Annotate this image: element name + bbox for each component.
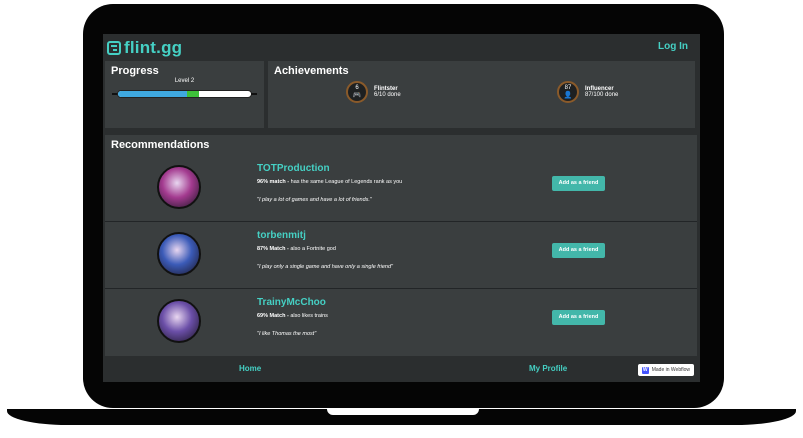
rec-quote: "I like Thomas the most" bbox=[257, 331, 317, 337]
add-friend-button[interactable]: Add as a friend bbox=[552, 176, 605, 191]
level-label: Level 2 bbox=[174, 78, 195, 84]
nav-home[interactable]: Home bbox=[239, 364, 261, 373]
recommendations-title: Recommendations bbox=[111, 139, 210, 151]
logo[interactable]: flint.gg bbox=[107, 38, 182, 58]
achievements-title: Achievements bbox=[274, 65, 349, 77]
rec-match: 69% Match - also likes trains bbox=[257, 313, 328, 319]
rec-match: 96% match - has the same League of Legen… bbox=[257, 179, 402, 185]
rec-match: 87% Match - also a Fortnite god bbox=[257, 246, 336, 252]
progress-fill-blue bbox=[118, 91, 188, 97]
progress-panel: Progress Level 2 bbox=[105, 61, 264, 128]
rec-quote: "I play only a single game and have only… bbox=[257, 264, 393, 270]
badge-value: 87 bbox=[564, 85, 572, 91]
logo-text: flint.gg bbox=[124, 38, 183, 57]
achievement-flintster: 6 🎮 Flintster 6/10 done bbox=[346, 81, 401, 103]
recommendation-row: TOTProduction 96% match - has the same L… bbox=[105, 155, 697, 220]
add-friend-button[interactable]: Add as a friend bbox=[552, 243, 605, 258]
rec-username[interactable]: TrainyMcChoo bbox=[257, 297, 326, 308]
progress-track bbox=[117, 90, 252, 98]
badge-value: 6 bbox=[355, 85, 359, 91]
progress-bar bbox=[112, 90, 257, 98]
achievement-count: 6/10 done bbox=[374, 92, 401, 98]
person-icon: 👤 bbox=[563, 92, 573, 99]
recommendations-panel: Recommendations TOTProduction 96% match … bbox=[105, 135, 697, 356]
bottom-nav: Home My Profile W Made in Webflow bbox=[103, 356, 700, 382]
match-percent: 69% Match - bbox=[257, 313, 289, 319]
match-percent: 87% Match - bbox=[257, 246, 289, 252]
achievement-influencer: 87 👤 Influencer 87/100 done bbox=[557, 81, 618, 103]
achievement-badge: 6 🎮 bbox=[346, 81, 368, 103]
nav-my-profile[interactable]: My Profile bbox=[529, 364, 567, 373]
top-nav: flint.gg Log In bbox=[103, 34, 700, 59]
bar-cap-right bbox=[251, 93, 257, 95]
match-reason: also likes trains bbox=[288, 313, 328, 319]
avatar[interactable] bbox=[157, 232, 201, 276]
webflow-label: Made in Webflow bbox=[651, 367, 690, 373]
flint-logo-icon bbox=[107, 41, 121, 55]
made-in-webflow-badge[interactable]: W Made in Webflow bbox=[637, 364, 694, 376]
laptop-notch bbox=[327, 409, 479, 415]
app-screen: flint.gg Log In Progress Level 2 Achieve… bbox=[103, 34, 700, 382]
rec-quote: "I play a lot of games and have a lot of… bbox=[257, 197, 372, 203]
progress-title: Progress bbox=[111, 65, 159, 77]
achievement-count: 87/100 done bbox=[585, 92, 619, 98]
achievements-panel: Achievements 6 🎮 Flintster 6/10 done 87 … bbox=[268, 61, 695, 128]
rec-username[interactable]: TOTProduction bbox=[257, 163, 330, 174]
add-friend-button[interactable]: Add as a friend bbox=[552, 310, 605, 325]
avatar[interactable] bbox=[157, 299, 201, 343]
avatar[interactable] bbox=[157, 165, 201, 209]
webflow-icon: W bbox=[641, 366, 649, 374]
recommendation-row: torbenmitj 87% Match - also a Fortnite g… bbox=[105, 221, 697, 287]
match-reason: has the same League of Legends rank as y… bbox=[289, 179, 403, 185]
progress-fill-green bbox=[187, 91, 200, 97]
recommendation-row: TrainyMcChoo 69% Match - also likes trai… bbox=[105, 288, 697, 354]
match-percent: 96% match - bbox=[257, 179, 290, 185]
login-link[interactable]: Log In bbox=[658, 41, 688, 52]
rec-username[interactable]: torbenmitj bbox=[257, 230, 306, 241]
achievement-badge: 87 👤 bbox=[557, 81, 579, 103]
gamepad-icon: 🎮 bbox=[352, 92, 362, 99]
match-reason: also a Fortnite god bbox=[288, 246, 336, 252]
